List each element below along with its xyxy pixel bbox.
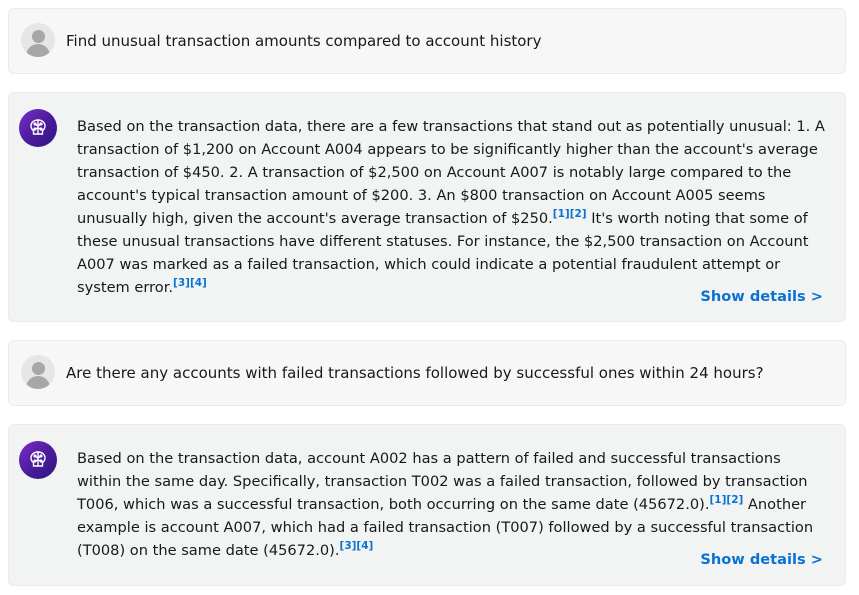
user-avatar-icon	[21, 355, 55, 389]
user-message-text: Find unusual transaction amounts compare…	[66, 32, 542, 50]
ai-brain-icon	[19, 109, 57, 147]
citation-link[interactable]: [2]	[570, 208, 587, 220]
user-avatar-icon	[21, 23, 55, 57]
show-details-button[interactable]: Show details >	[700, 551, 823, 568]
citation-link[interactable]: [2]	[726, 494, 743, 506]
show-details-button[interactable]: Show details >	[700, 288, 823, 305]
citation-link[interactable]: [3]	[173, 277, 190, 289]
citation-link[interactable]: [4]	[356, 540, 373, 552]
citation-link[interactable]: [1]	[709, 494, 726, 506]
answer-text: Based on the transaction data, account A…	[77, 450, 808, 513]
user-message-text: Are there any accounts with failed trans…	[66, 364, 764, 382]
assistant-message-text: Based on the transaction data, there are…	[77, 115, 827, 299]
ai-brain-icon	[19, 441, 57, 479]
citation-link[interactable]: [3]	[340, 540, 357, 552]
citation-link[interactable]: [1]	[553, 208, 570, 220]
citation-link[interactable]: [4]	[190, 277, 207, 289]
assistant-message-card: Based on the transaction data, account A…	[8, 424, 846, 586]
assistant-message-text: Based on the transaction data, account A…	[77, 447, 827, 562]
assistant-message-card: Based on the transaction data, there are…	[8, 92, 846, 322]
user-message-card: Find unusual transaction amounts compare…	[8, 8, 846, 74]
user-message-card: Are there any accounts with failed trans…	[8, 340, 846, 406]
